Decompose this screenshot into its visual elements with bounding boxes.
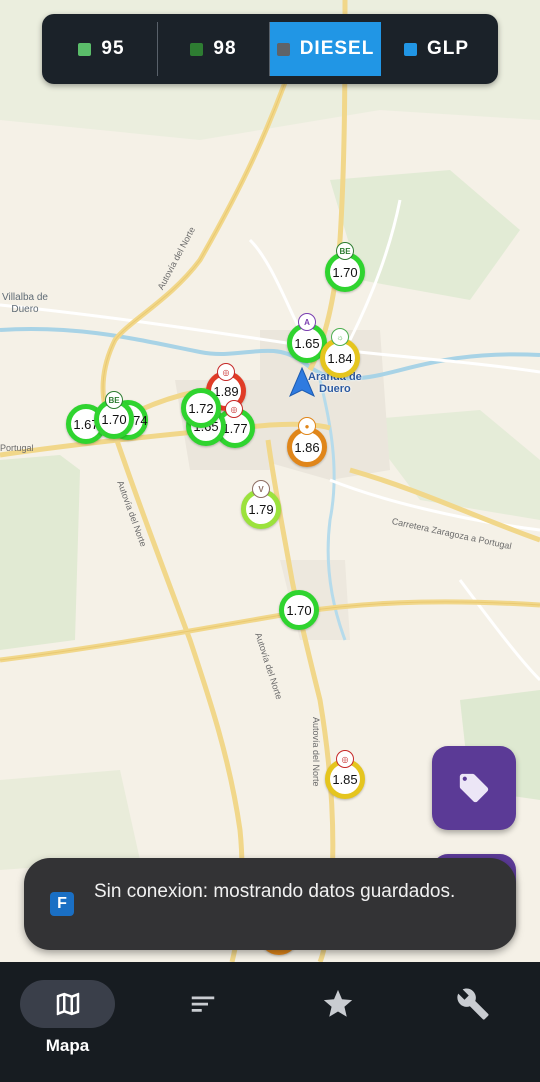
station-price: 1.65: [294, 335, 320, 351]
brand-sun-icon: ☼: [331, 328, 349, 346]
list-sort-icon: [191, 996, 214, 1012]
brand-a-icon: A: [298, 313, 316, 331]
location-arrow-icon: [289, 366, 315, 398]
station-price: 1.70: [286, 602, 312, 618]
star-icon: [323, 989, 352, 1017]
offline-snackbar: F Sin conexion: mostrando datos guardado…: [24, 858, 516, 950]
nav-item-favorites[interactable]: [270, 962, 405, 1082]
tab-label: GLP: [426, 38, 470, 59]
brand-drop-icon: ●: [298, 417, 316, 435]
brand-be-icon: BE: [336, 242, 354, 260]
brand-c-icon: ◎: [336, 750, 354, 768]
nav-item-settings[interactable]: [405, 962, 540, 1082]
brand-v-icon: V: [252, 480, 270, 498]
nav-active-indicator: [20, 980, 115, 1028]
station-price: 1.77: [222, 420, 248, 436]
map-label-villalba: Villalba de Duero: [2, 292, 48, 315]
tab-98[interactable]: 98: [158, 22, 270, 76]
map-view[interactable]: Villalba de Duero Aranda de Duero Portug…: [0, 0, 540, 962]
station-price: 1.79: [248, 501, 274, 517]
station-price: 1.85: [332, 771, 358, 787]
station-price: 1.84: [327, 350, 353, 366]
nav-item-map[interactable]: Mapa: [0, 962, 135, 1082]
map-icon: [56, 992, 79, 1016]
tab-label: DIESEL: [299, 38, 375, 59]
brand-c-icon: ◎: [217, 363, 235, 381]
station-price: 1.72: [188, 400, 214, 416]
bottom-navigation: Mapa: [0, 962, 540, 1082]
brand-be-icon: BE: [105, 391, 123, 409]
station-price: 1.70: [101, 411, 127, 427]
brand-c-icon: ◎: [225, 400, 243, 418]
fuel-diesel-swatch-icon: [276, 42, 290, 56]
road-label-portugal: Portugal: [0, 443, 34, 453]
nav-label-map: Mapa: [45, 1036, 90, 1055]
nav-item-list[interactable]: [135, 962, 270, 1082]
wrench-icon: [456, 988, 489, 1020]
tag-icon: [459, 773, 489, 803]
snackbar-message: Sin conexion: mostrando datos guardados.: [94, 881, 456, 902]
tab-95[interactable]: 95: [46, 22, 158, 76]
tab-glp[interactable]: GLP: [381, 22, 492, 76]
fuel-98-swatch-icon: [190, 42, 204, 56]
road-label-autovia: Autovía del Norte: [311, 717, 321, 787]
station-marker[interactable]: 1.70: [279, 590, 319, 630]
app-logo-icon: F: [50, 892, 74, 916]
fuel-95-swatch-icon: [78, 42, 92, 56]
station-price: 1.70: [332, 264, 358, 280]
tab-diesel[interactable]: DIESEL: [270, 22, 381, 76]
station-marker[interactable]: 1.72: [181, 388, 221, 428]
fuel-glp-swatch-icon: [403, 42, 417, 56]
tab-label: 95: [101, 38, 125, 59]
station-price: 1.86: [294, 439, 320, 455]
tab-label: 98: [213, 38, 237, 59]
fuel-type-selector: 95 98 DIESEL GLP: [42, 14, 498, 84]
price-tag-button[interactable]: [432, 746, 516, 830]
